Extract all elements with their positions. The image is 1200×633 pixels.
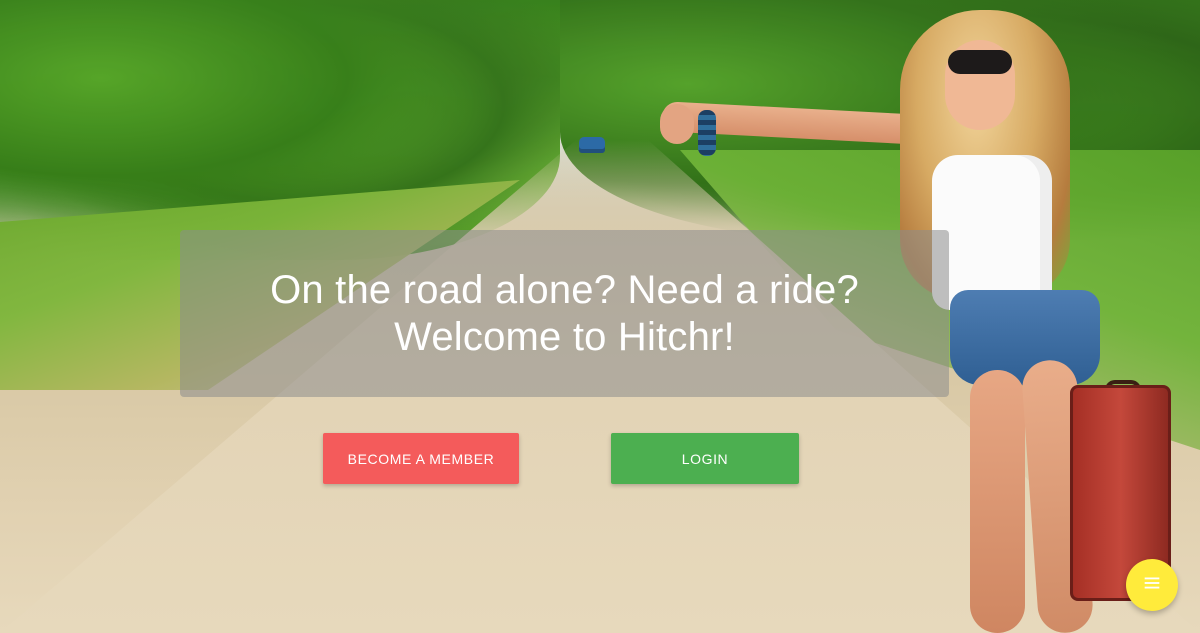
hitchhiker-bracelet bbox=[698, 110, 716, 156]
hitchhiker-sunglasses bbox=[948, 50, 1012, 74]
become-member-button[interactable]: BECOME A MEMBER bbox=[323, 433, 519, 484]
login-button[interactable]: LOGIN bbox=[611, 433, 799, 484]
hitchhiker-leg-left bbox=[970, 370, 1025, 633]
menu-fab-button[interactable] bbox=[1126, 559, 1178, 611]
headline-line-1: On the road alone? Need a ride? bbox=[270, 267, 859, 312]
headline-line-2: Welcome to Hitchr! bbox=[394, 314, 735, 359]
menu-icon bbox=[1141, 572, 1163, 599]
headline: On the road alone? Need a ride? Welcome … bbox=[270, 267, 859, 361]
background-car bbox=[579, 137, 605, 153]
hitchhiker-shorts bbox=[950, 290, 1100, 385]
headline-panel: On the road alone? Need a ride? Welcome … bbox=[180, 230, 949, 397]
hitchhiker-top bbox=[932, 155, 1052, 310]
hitchhiker-thumb bbox=[660, 104, 694, 144]
hero-section: On the road alone? Need a ride? Welcome … bbox=[0, 0, 1200, 633]
